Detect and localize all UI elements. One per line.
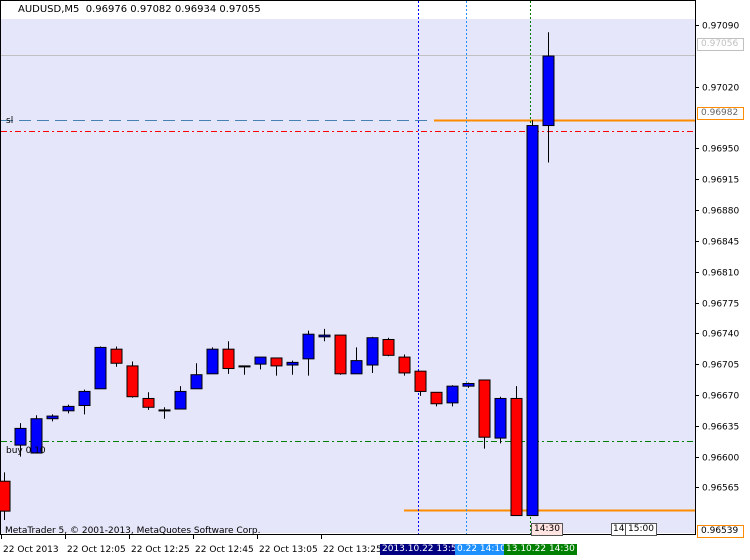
candle-bull: [94, 346, 107, 390]
candle-bear: [430, 391, 443, 405]
candle-bull: [206, 348, 219, 375]
upper-level-price-label: 0.96982: [697, 107, 744, 120]
price-tick-label: 0.96950: [702, 145, 739, 155]
candle-bull: [190, 374, 203, 390]
price-tick-label: 0.96775: [702, 300, 739, 310]
candle-bear: [0, 480, 11, 512]
candle-bull: [366, 337, 379, 366]
candle-bull: [494, 397, 507, 439]
price-axis: 0.97090 0.97020 0.96950 0.96915 0.96880 0.968…: [695, 22, 739, 494]
candle-bull: [46, 415, 59, 420]
price-tick-label: 0.96915: [702, 176, 739, 186]
candle-bull: [14, 427, 27, 446]
sl-label: sl: [6, 116, 14, 126]
candle-bull: [254, 356, 267, 365]
price-tick-label: 0.96635: [702, 423, 739, 433]
time-tick-label: 22 Oct 13:05: [259, 545, 318, 555]
candle-bull: [174, 390, 187, 410]
copyright-text: MetaTrader 5, © 2001-2013, MetaQuotes So…: [5, 526, 261, 536]
time-tick-label: 22 Oct 12:25: [131, 545, 190, 555]
symbol-timeframe: AUDUSD,M5: [18, 4, 80, 15]
price-tick-label: 0.96600: [702, 454, 739, 464]
price-chart[interactable]: 0.97090 0.97020 0.96950 0.96915 0.96880 0.968…: [0, 0, 750, 560]
price-tick-label: 0.96810: [702, 269, 739, 279]
time-tick-label: 22 Oct 12:05: [67, 545, 126, 555]
lower-level-price-label: 0.96539: [697, 525, 744, 538]
candle-bull: [318, 334, 331, 338]
candle-bull: [446, 385, 459, 404]
time-tick-label: 22 Oct 12:45: [195, 545, 254, 555]
time-tag-1430: 14:30: [531, 523, 563, 536]
candle-bull: [462, 383, 475, 387]
price-tick-label: 0.97090: [702, 22, 739, 32]
candle-bear: [478, 379, 491, 438]
price-tick-label: 0.96845: [702, 238, 739, 248]
ohlc-values: 0.96976 0.97082 0.96934 0.97055: [85, 4, 261, 15]
price-tick-label: 0.96670: [702, 392, 739, 402]
buy-label: buy 0.10: [6, 446, 46, 456]
price-tick-label: 0.96565: [702, 484, 739, 494]
price-tick-label: 0.96705: [702, 361, 739, 371]
candle-bull: [78, 390, 91, 407]
candle-bear: [110, 348, 123, 364]
candle-bull: [302, 333, 315, 360]
candle-bear: [398, 356, 411, 374]
time-highlight-1355: 2013.10.22 13:55: [380, 544, 465, 555]
candle-bull: [62, 405, 75, 412]
candle-bear: [126, 365, 139, 398]
candle-bear: [158, 409, 171, 412]
candle-bear: [222, 348, 235, 370]
time-highlight-1410: 0.22 14:10: [455, 544, 508, 555]
time-axis: 22 Oct 2013 22 Oct 12:05 22 Oct 12:25 22 Oc…: [1, 534, 382, 555]
price-tick-label: 0.97020: [702, 84, 739, 94]
time-tick-label: 22 Oct 2013: [3, 545, 59, 555]
candle-bear: [334, 334, 347, 375]
candle-bull: [286, 361, 299, 366]
plot-background: [1, 19, 695, 533]
candle-bear: [142, 397, 155, 408]
time-highlight-1430: 13.10.22 14:30: [504, 544, 577, 555]
time-tag-1500: 15:00: [625, 523, 657, 536]
current-price-label: 0.97056: [697, 38, 744, 51]
candle-bear: [270, 357, 283, 367]
time-tick-label: 22 Oct 13:25: [323, 545, 382, 555]
price-tick-label: 0.96880: [702, 207, 739, 217]
candle-bull: [542, 55, 555, 127]
candle-bull: [350, 360, 363, 375]
candle-bull: [238, 365, 251, 368]
price-tick-label: 0.96740: [702, 330, 739, 340]
candle-bull: [526, 125, 539, 517]
candle-bear: [382, 338, 395, 356]
candle-bear: [414, 370, 427, 392]
chart-symbol: AUDUSD,M5 0.96976 0.97082 0.96934 0.9705…: [18, 4, 261, 15]
candle-bear: [510, 397, 523, 517]
